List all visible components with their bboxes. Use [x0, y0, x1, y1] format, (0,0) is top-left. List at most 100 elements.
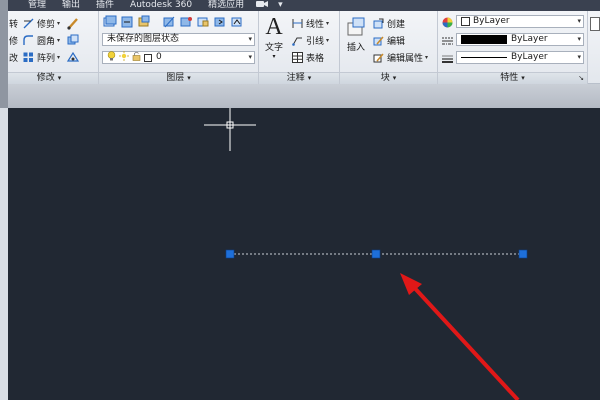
trim-label[interactable]: 修剪 [37, 17, 55, 30]
modify-left-char-2: 修 [9, 36, 19, 47]
edit-attribute-row[interactable]: 编辑属性 ▾ [373, 50, 428, 64]
dim-linear-label: 线性 [306, 19, 325, 30]
crosshair-cursor [204, 108, 256, 151]
block-edit-row[interactable]: 编辑 [373, 33, 405, 47]
trim-icon[interactable] [23, 18, 34, 29]
text-button-label: 文字 [264, 43, 283, 53]
array-label[interactable]: 阵列 [37, 51, 55, 64]
edit-attribute-dropdown[interactable]: ▾ [425, 54, 428, 61]
modify-row-3: 改 阵列 ▾ [9, 50, 83, 64]
insert-button-label: 插入 [346, 43, 365, 53]
modify-panel-title[interactable]: 修改 ▾ [0, 72, 98, 84]
grip-end[interactable] [518, 249, 528, 259]
lineweight-row [442, 51, 456, 65]
layer-state-combo[interactable]: 未保存的图层状态 ▾ [102, 33, 255, 46]
fillet-dropdown[interactable]: ▾ [57, 37, 60, 44]
ribbon-gap-band [0, 84, 600, 108]
next-panel-icon[interactable] [590, 17, 600, 31]
text-dropdown[interactable]: ▾ [262, 53, 286, 60]
annotation-panel-title[interactable]: 注释 ▾ [259, 72, 339, 84]
block-edit-icon [373, 35, 384, 46]
sun-icon[interactable] [119, 50, 129, 65]
brush-icon[interactable] [66, 16, 81, 30]
leader-dropdown[interactable]: ▾ [326, 37, 329, 44]
layer-combo-dropdown[interactable]: ▾ [248, 52, 252, 63]
linetype-row [442, 33, 456, 47]
insert-big-icon [343, 16, 369, 38]
text-big-icon: A [265, 14, 283, 40]
array-icon[interactable] [23, 52, 34, 63]
block-panel: 插入 创建 编辑 编辑属性 ▾ 块 ▾ [340, 11, 438, 84]
fillet-icon[interactable] [23, 34, 34, 46]
menu-featured-apps[interactable]: 精选应用 [200, 0, 252, 11]
menu-autodesk360[interactable]: Autodesk 360 [122, 0, 200, 11]
current-layer-name: 0 [156, 52, 162, 62]
leader-row[interactable]: 引线 ▾ [292, 33, 329, 47]
block-create-label: 创建 [387, 19, 406, 30]
unlock-icon[interactable] [132, 51, 141, 65]
edit-attribute-icon [373, 52, 384, 63]
menu-output[interactable]: 输出 [54, 0, 88, 11]
menu-manage[interactable]: 管理 [20, 0, 54, 11]
copy-icon[interactable] [66, 33, 81, 47]
edit-attribute-label: 编辑属性 [387, 53, 424, 64]
drawing-canvas[interactable] [8, 108, 600, 400]
camera-icon[interactable] [252, 0, 276, 11]
layers-panel-title[interactable]: 图层 ▾ [99, 72, 258, 84]
layer-lock-icon[interactable] [196, 15, 211, 29]
menu-bar: 管理 输出 插件 Autodesk 360 精选应用 ▾ [0, 0, 600, 11]
panel-launcher-icon[interactable]: ↘ [578, 73, 584, 84]
color-combo-value: ByLayer [473, 16, 510, 26]
modify-row-1: 转 修剪 ▾ [9, 16, 83, 30]
layer-match-icon[interactable] [137, 15, 152, 29]
linetype-combo[interactable]: ByLayer ▾ [456, 33, 584, 46]
grip-midpoint[interactable] [371, 249, 381, 259]
explode-icon[interactable] [66, 50, 81, 64]
block-edit-label: 编辑 [387, 36, 406, 47]
menu-extra-dropdown[interactable]: ▾ [276, 0, 291, 11]
layer-tools-row [103, 15, 247, 29]
block-create-row[interactable]: 创建 [373, 16, 405, 30]
lineweight-combo[interactable]: ByLayer ▾ [456, 51, 584, 64]
array-dropdown[interactable]: ▾ [57, 54, 60, 61]
table-icon [292, 51, 303, 63]
layer-walk-icon[interactable] [213, 15, 228, 29]
layer-combo[interactable]: 0 ▾ [102, 50, 255, 65]
layers-panel: 未保存的图层状态 ▾ 0 ▾ 图层 ▾ [99, 11, 259, 84]
layer-freeze-icon[interactable] [179, 15, 194, 29]
ribbon: 转 修剪 ▾ 修 圆角 ▾ 改 阵列 ▾ 修改 ▾ 未保存的图层状态 ▾ 0 ▾… [0, 11, 600, 84]
leader-icon [292, 35, 303, 46]
fillet-label[interactable]: 圆角 [37, 34, 55, 47]
layer-off-icon[interactable] [162, 15, 177, 29]
menu-plugins[interactable]: 插件 [88, 0, 122, 11]
dim-linear-icon [292, 18, 303, 29]
color-combo[interactable]: ByLayer ▾ [456, 15, 584, 28]
linetype-preview [461, 35, 507, 44]
color-wheel-icon[interactable] [442, 17, 453, 28]
linetype-icon[interactable] [442, 35, 453, 46]
layer-isolate-icon[interactable] [120, 15, 135, 29]
color-swatch [461, 17, 470, 26]
color-row [442, 15, 456, 29]
trim-dropdown[interactable]: ▾ [57, 20, 60, 27]
bulb-icon[interactable] [107, 50, 116, 65]
annotation-panel: A 文字 ▾ 线性 ▾ 引线 ▾ 表格 注释 ▾ [259, 11, 340, 84]
canvas-svg [204, 108, 528, 400]
block-panel-title[interactable]: 块 ▾ [340, 72, 437, 84]
lineweight-icon[interactable] [442, 53, 453, 64]
table-row-tool[interactable]: 表格 [292, 50, 324, 64]
layer-properties-icon[interactable] [103, 15, 118, 29]
modify-row-2: 修 圆角 ▾ [9, 33, 83, 47]
dim-linear-row[interactable]: 线性 ▾ [292, 16, 329, 30]
next-panel-edge [588, 11, 600, 84]
table-label: 表格 [306, 53, 325, 64]
grip-start[interactable] [225, 249, 235, 259]
layer-merge-icon[interactable] [230, 15, 245, 29]
insert-button[interactable]: 插入 [343, 16, 369, 64]
properties-panel-title[interactable]: 特性 ▾ ↘ [438, 72, 587, 84]
modify-left-char-3: 改 [9, 53, 19, 64]
block-create-icon [373, 18, 384, 29]
dim-linear-dropdown[interactable]: ▾ [326, 20, 329, 27]
red-arrow-annotation [400, 273, 520, 400]
text-button[interactable]: A 文字 ▾ [262, 14, 286, 69]
